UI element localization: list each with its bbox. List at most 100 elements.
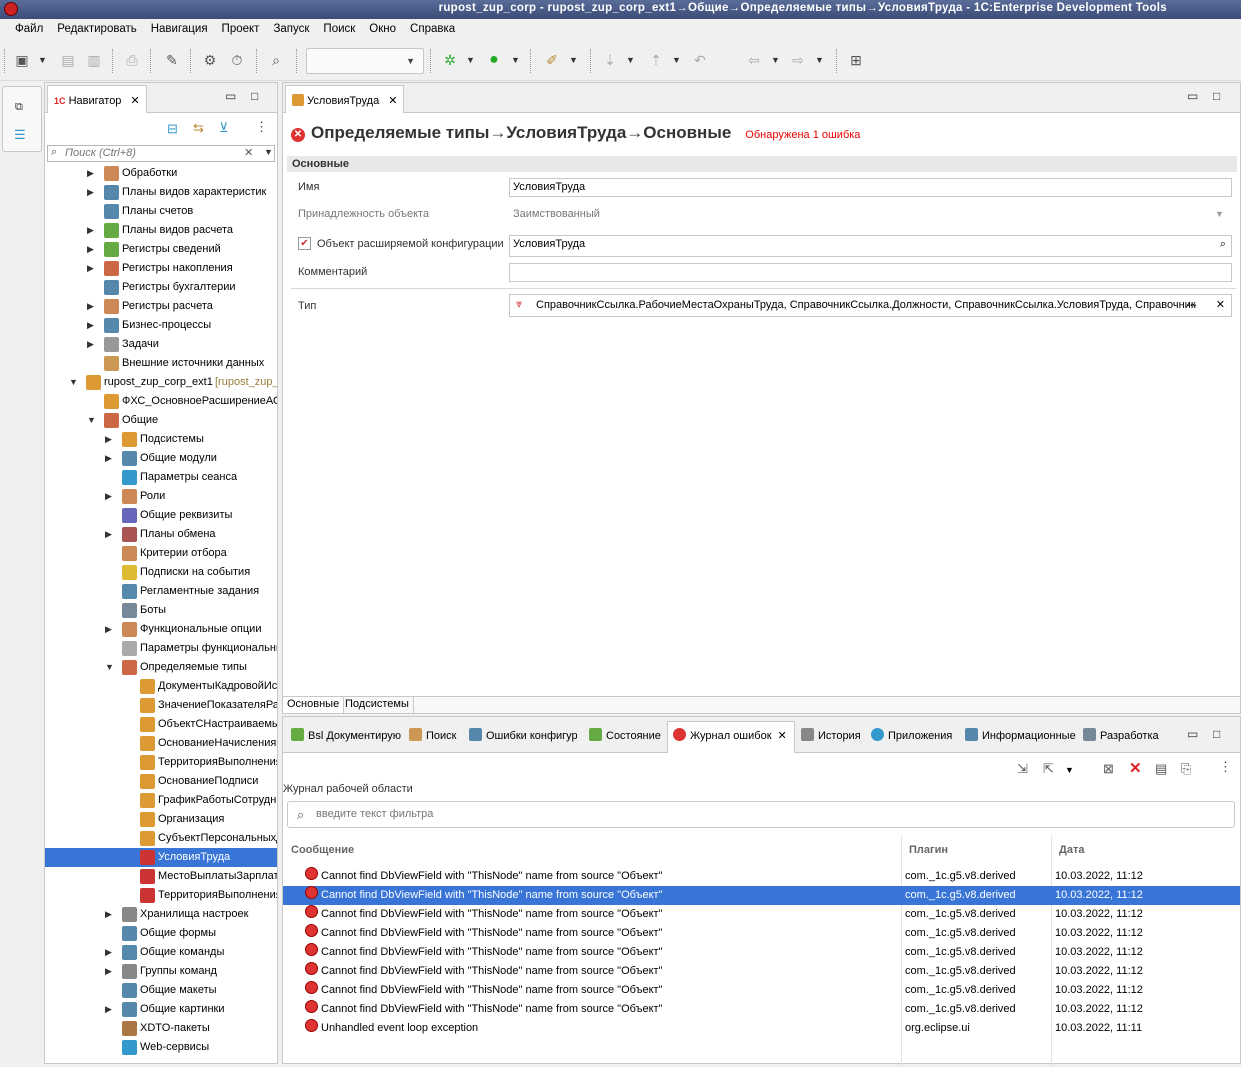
menu-window[interactable]: Окно [362, 19, 403, 41]
restore-log-icon[interactable]: ⎘ [1181, 761, 1191, 777]
tree-item[interactable]: Web-сервисы [45, 1038, 277, 1057]
filter-box[interactable]: ⌕ [287, 801, 1235, 828]
maximize-icon[interactable]: □ [251, 89, 258, 103]
comment-field[interactable] [509, 263, 1232, 282]
save-all-icon[interactable]: ▥ [84, 51, 104, 69]
tree-item[interactable]: ▶ Подсистемы [45, 430, 277, 449]
maximize-icon[interactable]: □ [1213, 727, 1220, 741]
chevron-right-icon[interactable]: ▶ [105, 962, 115, 981]
tree-item[interactable]: Общие макеты [45, 981, 277, 1000]
tab-podsistemy[interactable]: Подсистемы [341, 697, 414, 713]
tree-item[interactable]: ▶ Задачи [45, 335, 277, 354]
chevron-right-icon[interactable]: ▶ [105, 449, 115, 468]
tools-icon[interactable]: ✐ [542, 51, 562, 69]
chevron-right-icon[interactable]: ▶ [105, 905, 115, 924]
tree-item[interactable]: ТерриторияВыполненияРаботВОрганизации [45, 886, 277, 905]
chevron-down-icon[interactable]: ▼ [69, 373, 79, 392]
ext-object-field[interactable]: УсловияТруда ⌕ [509, 235, 1232, 257]
last-edit-icon[interactable]: ↶ [690, 51, 710, 69]
type-field[interactable]: ⩔ СправочникСсылка.РабочиеМестаОхраныТру… [509, 294, 1232, 317]
back-icon[interactable]: ⇦ [744, 51, 764, 69]
new-icon[interactable]: ▣ [12, 51, 32, 69]
tab-error-log[interactable]: Журнал ошибок ✕ [673, 728, 787, 742]
clear-log-icon[interactable]: ⊠ [1103, 761, 1114, 777]
tree-item[interactable]: ▶ Функциональные опции [45, 620, 277, 639]
tree-item[interactable]: Параметры сеанса [45, 468, 277, 487]
tree-item[interactable]: ▶ Группы команд [45, 962, 277, 981]
close-icon[interactable]: ✕ [388, 95, 397, 107]
prev-annotation-icon[interactable]: ⇡ [646, 51, 666, 69]
forward-icon[interactable]: ⇨ [788, 51, 808, 69]
tree-item[interactable]: СубъектПерсональныхДанных [45, 829, 277, 848]
open-log-icon[interactable]: ▤ [1155, 761, 1167, 777]
more-icon[interactable]: … [1186, 297, 1197, 309]
clear-icon[interactable]: ✕ [244, 146, 253, 159]
open-perspective-icon[interactable]: ⊞ [846, 51, 866, 69]
tab-history[interactable]: История [801, 728, 861, 742]
tree-item[interactable]: ОснованиеНачисления [45, 734, 277, 753]
tab-osnovnye[interactable]: Основные [283, 697, 345, 713]
view-menu-icon[interactable]: ⋮ [255, 119, 268, 135]
config-combo[interactable]: ▼ [306, 48, 424, 74]
chevron-right-icon[interactable]: ▶ [87, 165, 97, 183]
tab-usloviya-truda[interactable]: УсловияТруда ✕ [285, 85, 405, 113]
tree-item[interactable]: ▼ Определяемые типы [45, 658, 277, 677]
tab-state[interactable]: Состояние [589, 728, 661, 742]
tree-item[interactable]: ▶ Общие команды [45, 943, 277, 962]
run-icon[interactable]: ● [484, 51, 504, 69]
import-log-icon[interactable]: ⇱ [1043, 761, 1054, 777]
chevron-right-icon[interactable]: ▶ [105, 487, 115, 506]
tree-item[interactable]: ▼ rupost_zup_corp_ext1[rupost_zup_corp [45, 373, 277, 392]
navigator-search[interactable]: ⌕ ✕ ▼ [47, 145, 275, 162]
tree-item[interactable]: ▶ Планы обмена [45, 525, 277, 544]
tab-infobases[interactable]: Информационные [965, 728, 1076, 742]
tab-config-errors[interactable]: Ошибки конфигур [469, 728, 578, 742]
pin-icon[interactable]: ✎ [162, 51, 182, 69]
tree-item[interactable]: ▶ Обработки [45, 165, 277, 183]
log-row[interactable]: Cannot find DbViewField with "ThisNode" … [283, 886, 1240, 905]
debug-dropdown-icon[interactable]: ▼ [466, 51, 476, 69]
forward-dropdown-icon[interactable]: ▼ [815, 51, 825, 69]
log-row[interactable]: Cannot find DbViewField with "ThisNode" … [283, 1000, 1240, 1019]
tree-item[interactable]: Параметры функциональных опций [45, 639, 277, 658]
build-icon[interactable]: ⚙ [200, 51, 220, 69]
tree-item[interactable]: ▶ Планы видов расчета [45, 221, 277, 240]
tab-search[interactable]: Поиск [409, 728, 456, 742]
tree-item[interactable]: ТерриторияВыполненияРабот [45, 753, 277, 772]
link-editor-icon[interactable]: ⇆ [193, 120, 204, 136]
filter-input[interactable] [316, 808, 716, 820]
tree-item[interactable]: МестоВыплатыЗарплатыСотрудника [45, 867, 277, 886]
log-row[interactable]: Cannot find DbViewField with "ThisNode" … [283, 924, 1240, 943]
chevron-right-icon[interactable]: ▶ [105, 1000, 115, 1019]
tree-item[interactable]: Критерии отбора [45, 544, 277, 563]
tree-item[interactable]: ▶ Общие картинки [45, 1000, 277, 1019]
log-row[interactable]: Cannot find DbViewField with "ThisNode" … [283, 905, 1240, 924]
col-message[interactable]: Сообщение [291, 844, 354, 856]
chevron-right-icon[interactable]: ▶ [105, 620, 115, 639]
chevron-right-icon[interactable]: ▶ [87, 240, 97, 259]
tab-development[interactable]: Разработка [1083, 728, 1159, 742]
chevron-right-icon[interactable]: ▶ [87, 297, 97, 316]
tree-item[interactable]: ОбъектСНастраиваемымПредставлением [45, 715, 277, 734]
menu-search[interactable]: Поиск [316, 19, 362, 41]
publish-icon[interactable]: ⎙ [122, 51, 142, 69]
search-icon[interactable]: ⌕ [1220, 238, 1226, 251]
col-date[interactable]: Дата [1059, 844, 1084, 856]
tools-dropdown-icon[interactable]: ▼ [569, 51, 579, 69]
tree-item[interactable]: ▶ Общие модули [45, 449, 277, 468]
next-annotation-icon[interactable]: ⇣ [600, 51, 620, 69]
tree-item[interactable]: XDTO-пакеты [45, 1019, 277, 1038]
log-row[interactable]: Cannot find DbViewField with "ThisNode" … [283, 943, 1240, 962]
navigator-search-input[interactable] [65, 147, 235, 159]
menu-project[interactable]: Проект [215, 19, 267, 41]
tree-item[interactable]: Регистры бухгалтерии [45, 278, 277, 297]
save-icon[interactable]: ▤ [58, 51, 78, 69]
menu-navigate[interactable]: Навигация [144, 19, 215, 41]
chevron-right-icon[interactable]: ▶ [105, 943, 115, 962]
tree-item[interactable]: ▶ Роли [45, 487, 277, 506]
minimize-icon[interactable]: ▭ [225, 89, 236, 103]
chevron-down-icon[interactable]: ▼ [105, 658, 115, 677]
minimize-icon[interactable]: ▭ [1187, 89, 1198, 103]
tree-item[interactable]: Общие реквизиты [45, 506, 277, 525]
menu-run[interactable]: Запуск [266, 19, 316, 41]
